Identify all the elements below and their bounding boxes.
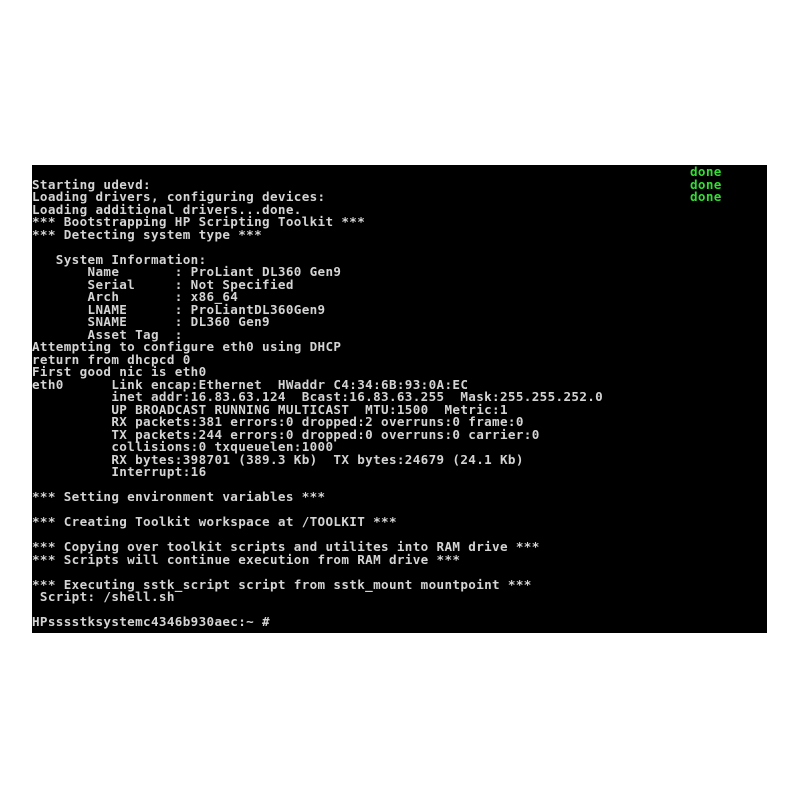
terminal-console[interactable]: done done done Starting udevd: Loading d…: [32, 165, 767, 633]
status-done-additional: done: [690, 189, 722, 204]
log-line-workspace: *** Creating Toolkit workspace at /TOOLK…: [32, 514, 397, 529]
eth0-interrupt: Interrupt:16: [32, 464, 207, 479]
log-line-detecting: *** Detecting system type ***: [32, 226, 263, 242]
log-line-script: Script: /shell.sh: [32, 589, 175, 604]
log-line-env-vars: *** Setting environment variables ***: [32, 489, 326, 504]
shell-prompt[interactable]: HPsssstksystemc4346b930aec:~ #: [32, 615, 270, 628]
log-line-continue: *** Scripts will continue execution from…: [32, 551, 461, 567]
